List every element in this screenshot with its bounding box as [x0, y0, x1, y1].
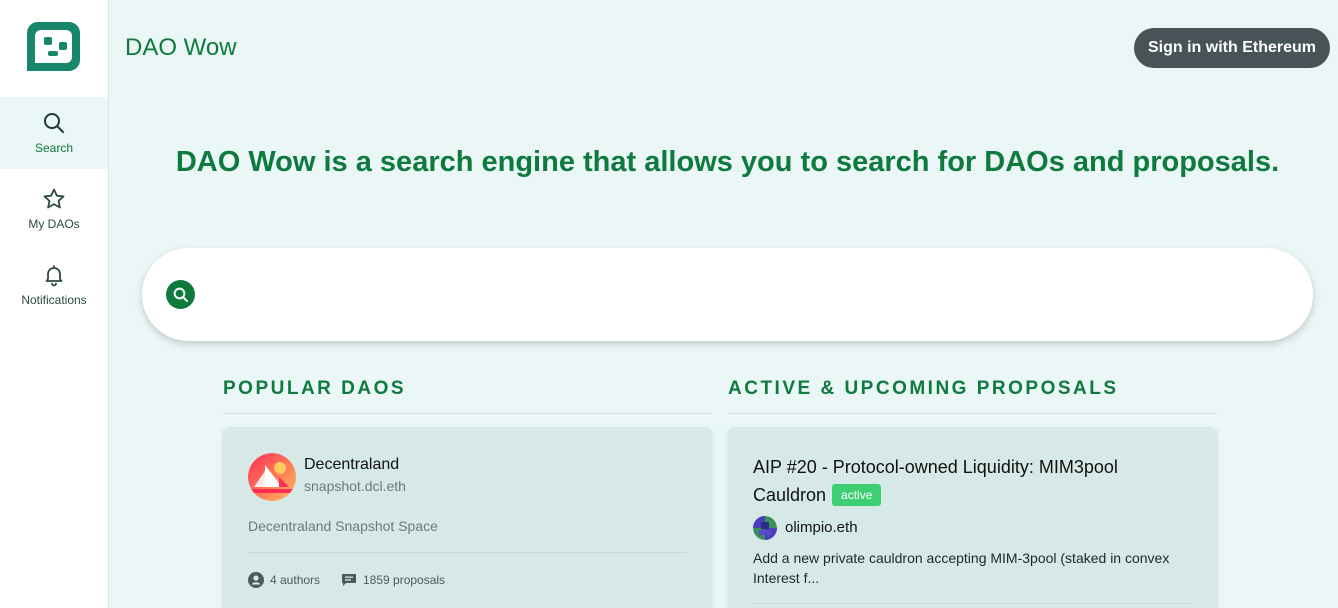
page-headline: DAO Wow is a search engine that allows y… — [175, 146, 1280, 178]
sidebar-item-label: Notifications — [21, 293, 87, 307]
dao-description: Decentraland Snapshot Space — [248, 518, 438, 534]
section-divider — [728, 413, 1217, 414]
status-badge: active — [832, 484, 882, 506]
proposal-author[interactable]: olimpio.eth — [785, 519, 858, 536]
decentraland-logo-icon — [248, 453, 296, 501]
proposal-title-text: AIP #20 - Protocol-owned Liquidity: MIM3… — [753, 457, 1118, 505]
dao-name[interactable]: Decentraland — [304, 456, 399, 474]
comment-icon — [341, 572, 357, 588]
dao-card[interactable]: Decentraland snapshot.dcl.eth Decentrala… — [223, 427, 712, 608]
proposals-count-label: 1859 proposals — [363, 573, 446, 587]
search-icon — [42, 111, 66, 135]
sidebar-item-notifications[interactable]: Notifications — [0, 249, 108, 321]
sidebar-item-label: My DAOs — [28, 217, 80, 231]
user-circle-icon — [248, 572, 264, 588]
search-input[interactable] — [212, 270, 1282, 319]
author-avatar — [753, 516, 777, 540]
sign-in-with-ethereum-button[interactable]: Sign in with Ethereum — [1134, 28, 1330, 68]
sidebar-item-my-daos[interactable]: My DAOs — [0, 173, 108, 245]
card-divider — [753, 603, 1192, 604]
authors-count-label: 4 authors — [270, 573, 321, 587]
star-icon — [42, 187, 66, 211]
proposal-excerpt: Add a new private cauldron accepting MIM… — [753, 550, 1170, 586]
proposals-count: 1859 proposals — [341, 572, 445, 588]
bell-icon — [42, 263, 66, 287]
search-icon — [173, 287, 188, 302]
sidebar: Search My DAOs Notifications — [0, 0, 109, 608]
sidebar-item-label: Search — [34, 141, 74, 155]
search-bar — [142, 248, 1313, 341]
sidebar-item-search[interactable]: Search — [0, 97, 108, 169]
card-divider — [248, 552, 687, 553]
authors-count: 4 authors — [248, 572, 320, 588]
app-title[interactable]: DAO Wow — [125, 34, 237, 62]
active-proposals-heading: ACTIVE & UPCOMING PROPOSALS — [728, 378, 1119, 399]
search-submit-button[interactable] — [166, 280, 195, 309]
dao-handle: snapshot.dcl.eth — [304, 478, 406, 494]
proposal-card[interactable]: AIP #20 - Protocol-owned Liquidity: MIM3… — [728, 427, 1217, 608]
dao-wow-logo-icon[interactable] — [25, 19, 82, 74]
proposal-title[interactable]: AIP #20 - Protocol-owned Liquidity: MIM3… — [753, 453, 1193, 509]
popular-daos-heading: POPULAR DAOS — [223, 378, 407, 399]
section-divider — [223, 413, 712, 414]
